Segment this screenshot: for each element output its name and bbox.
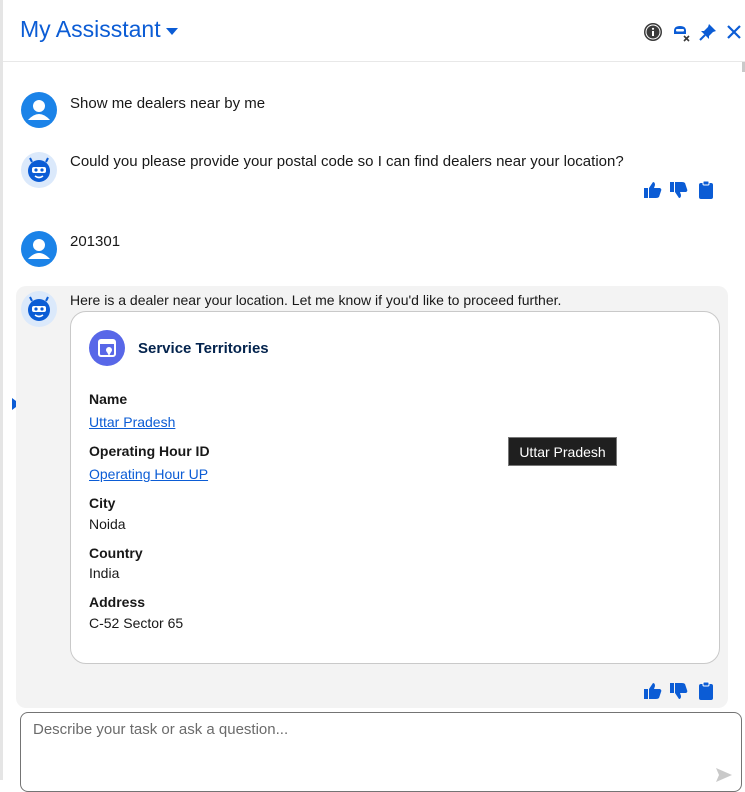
bot-message: Here is a dealer near your location. Let… — [70, 292, 562, 308]
thumbs-down-icon[interactable] — [669, 681, 689, 701]
chevron-down-icon[interactable] — [166, 28, 178, 35]
privacy-mask-icon[interactable] — [671, 22, 691, 42]
message-input[interactable] — [31, 719, 715, 773]
bot-message: Could you please provide your postal cod… — [70, 153, 624, 170]
map-pin-document-icon — [89, 330, 125, 366]
field-label-operating-hour: Operating Hour ID — [89, 443, 210, 459]
message-actions — [643, 681, 715, 701]
field-link-name[interactable]: Uttar Pradesh — [89, 414, 175, 430]
field-value-city: Noida — [89, 516, 126, 532]
user-message: 201301 — [70, 233, 121, 250]
link-tooltip: Uttar Pradesh — [508, 437, 617, 466]
card-title: Service Territories — [138, 340, 269, 357]
user-avatar — [21, 231, 57, 267]
assistant-title[interactable]: My Assisstant — [20, 16, 161, 43]
info-icon[interactable] — [643, 22, 663, 42]
send-icon[interactable] — [715, 767, 733, 783]
assistant-header: My Assisstant — [3, 0, 745, 62]
message-actions — [643, 180, 715, 200]
field-label-address: Address — [89, 594, 146, 610]
close-icon[interactable] — [724, 22, 744, 42]
bot-avatar — [21, 291, 57, 327]
field-label-name: Name — [89, 391, 128, 407]
service-territory-card: Service Territories Name Uttar Pradesh O… — [70, 311, 720, 664]
field-link-operating-hour[interactable]: Operating Hour UP — [89, 466, 208, 482]
pin-icon[interactable] — [698, 22, 718, 42]
field-value-country: India — [89, 565, 120, 581]
message-composer — [20, 712, 742, 792]
user-message: Show me dealers near by me — [70, 95, 266, 112]
bot-avatar — [21, 152, 57, 188]
left-panel-edge — [0, 0, 3, 780]
clipboard-icon[interactable] — [696, 681, 716, 701]
field-value-address: C-52 Sector 65 — [89, 615, 184, 631]
user-avatar — [21, 92, 57, 128]
thumbs-up-icon[interactable] — [643, 681, 663, 701]
thumbs-up-icon[interactable] — [643, 180, 663, 200]
field-label-country: Country — [89, 545, 143, 561]
clipboard-icon[interactable] — [696, 180, 716, 200]
field-label-city: City — [89, 495, 116, 511]
thumbs-down-icon[interactable] — [669, 180, 689, 200]
